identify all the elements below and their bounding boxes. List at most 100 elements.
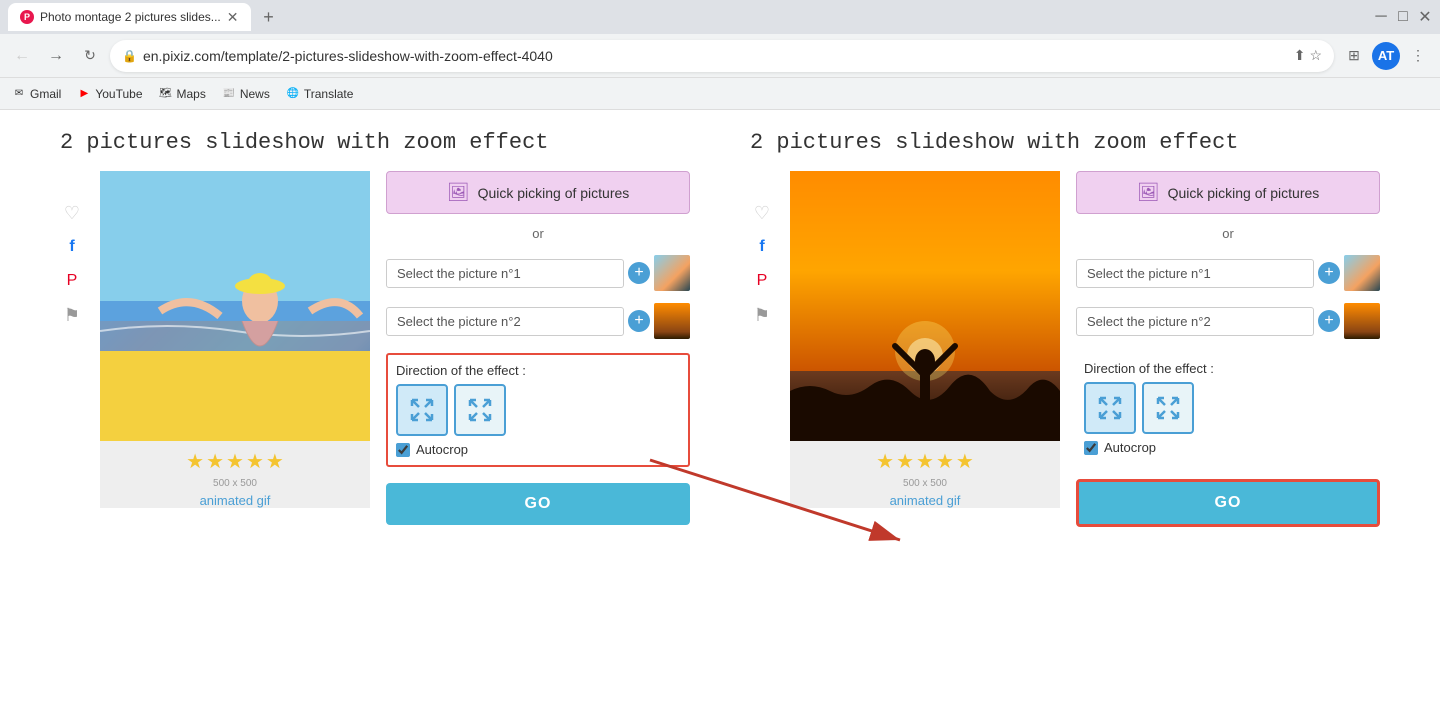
secure-icon: 🔒 <box>122 49 137 63</box>
left-select-picture-1-button[interactable]: Select the picture n°1 <box>386 259 624 288</box>
quick-pick-icon: 🖼 <box>447 182 470 203</box>
extensions-button[interactable]: ⊞ <box>1340 42 1368 70</box>
compress-icon-2 <box>1095 393 1125 423</box>
right-direction-label: Direction of the effect : <box>1084 361 1372 376</box>
right-select-picture-1-row: Select the picture n°1 + <box>1076 255 1380 291</box>
right-thumbnail-2 <box>1344 303 1380 339</box>
flag-icon[interactable]: ⚑ <box>60 303 84 327</box>
tab-close-button[interactable]: ✕ <box>227 9 239 26</box>
menu-button[interactable]: ⋮ <box>1404 42 1432 70</box>
left-preview-box: ★ ★ ★ ★ ★ 500 x 500 animated gif <box>100 171 370 508</box>
browser-tab[interactable]: P Photo montage 2 pictures slides... ✕ <box>8 3 251 31</box>
right-select-picture-2-button[interactable]: Select the picture n°2 <box>1076 307 1314 336</box>
maximize-button[interactable]: □ <box>1396 10 1410 24</box>
left-panel: 2 pictures slideshow with zoom effect ♡ … <box>60 130 690 527</box>
left-thumbnail-2 <box>654 303 690 339</box>
sunset-image <box>790 171 1060 441</box>
right-add-picture-2-button[interactable]: + <box>1318 310 1340 332</box>
left-direction-buttons <box>396 384 680 436</box>
bookmark-youtube[interactable]: ▶ YouTube <box>77 87 142 101</box>
youtube-icon: ▶ <box>77 87 91 101</box>
right-direction-button-2[interactable] <box>1142 382 1194 434</box>
url-text: en.pixiz.com/template/2-pictures-slidesh… <box>143 48 1288 64</box>
right-quick-pick-label: Quick picking of pictures <box>1168 185 1320 201</box>
right-direction-button-1[interactable] <box>1084 382 1136 434</box>
address-bar[interactable]: 🔒 en.pixiz.com/template/2-pictures-slide… <box>110 40 1334 72</box>
pinterest-icon[interactable]: P <box>60 269 84 293</box>
bookmark-maps-label: Maps <box>177 87 206 101</box>
right-quick-pick-icon: 🖼 <box>1137 182 1160 203</box>
bookmark-news[interactable]: 📰 News <box>222 87 270 101</box>
back-button[interactable]: ← <box>8 42 36 70</box>
left-select-picture-2-button[interactable]: Select the picture n°2 <box>386 307 624 336</box>
close-button[interactable]: ✕ <box>1418 10 1432 24</box>
right-direction-box: Direction of the effect : <box>1076 353 1380 463</box>
title-bar: P Photo montage 2 pictures slides... ✕ +… <box>0 0 1440 34</box>
right-template-row: ♡ f P ⚑ <box>750 171 1380 527</box>
refresh-button[interactable]: ↻ <box>76 42 104 70</box>
minimize-button[interactable]: ─ <box>1374 10 1388 24</box>
maps-icon: 🗺 <box>159 87 173 101</box>
bookmark-translate[interactable]: 🌐 Translate <box>286 87 354 101</box>
right-preview-box: ★ ★ ★ ★ ★ 500 x 500 animated gif <box>790 171 1060 508</box>
bookmark-news-label: News <box>240 87 270 101</box>
left-add-picture-2-button[interactable]: + <box>628 310 650 332</box>
forward-button[interactable]: → <box>42 42 70 70</box>
right-quick-pick-button[interactable]: 🖼 Quick picking of pictures <box>1076 171 1380 214</box>
right-select-picture-1-button[interactable]: Select the picture n°1 <box>1076 259 1314 288</box>
right-or-text: or <box>1076 226 1380 241</box>
left-size-label: 500 x 500 <box>213 478 257 489</box>
bookmark-youtube-label: YouTube <box>95 87 142 101</box>
right-facebook-icon[interactable]: f <box>750 235 774 259</box>
right-add-picture-1-button[interactable]: + <box>1318 262 1340 284</box>
right-pinterest-icon[interactable]: P <box>750 269 774 293</box>
share-icon[interactable]: ⬆ <box>1294 47 1306 64</box>
bookmark-gmail[interactable]: ✉ Gmail <box>12 87 61 101</box>
left-section-title: 2 pictures slideshow with zoom effect <box>60 130 690 155</box>
left-select-picture-1-label: Select the picture n°1 <box>397 266 521 281</box>
right-thumb-sunset-image <box>1344 303 1380 339</box>
expand-icon-2 <box>1153 393 1183 423</box>
right-flag-icon[interactable]: ⚑ <box>750 303 774 327</box>
thumb-beach-image <box>654 255 690 291</box>
bookmark-translate-label: Translate <box>304 87 354 101</box>
right-thumbnail-1 <box>1344 255 1380 291</box>
left-direction-box: Direction of the effect : <box>386 353 690 467</box>
left-direction-button-2[interactable] <box>454 384 506 436</box>
beach-svg <box>100 171 370 441</box>
beach-image <box>100 171 370 441</box>
right-animated-gif-link[interactable]: animated gif <box>890 493 961 508</box>
browser-chrome: P Photo montage 2 pictures slides... ✕ +… <box>0 0 1440 110</box>
right-select-picture-2-row: Select the picture n°2 + <box>1076 303 1380 339</box>
left-or-text: or <box>386 226 690 241</box>
page-inner: 2 pictures slideshow with zoom effect ♡ … <box>0 110 1440 547</box>
new-tab-button[interactable]: + <box>255 3 283 31</box>
right-heart-icon[interactable]: ♡ <box>750 201 774 225</box>
right-preview-image <box>790 171 1060 441</box>
translate-icon: 🌐 <box>286 87 300 101</box>
right-autocrop-checkbox[interactable] <box>1084 441 1098 455</box>
main-content: 2 pictures slideshow with zoom effect ♡ … <box>60 130 1380 527</box>
nav-bar: ← → ↻ 🔒 en.pixiz.com/template/2-pictures… <box>0 34 1440 78</box>
right-go-button[interactable]: GO <box>1076 479 1380 527</box>
thumb-sunset-image <box>654 303 690 339</box>
heart-icon[interactable]: ♡ <box>60 201 84 225</box>
user-avatar[interactable]: AT <box>1372 42 1400 70</box>
left-go-button[interactable]: GO <box>386 483 690 525</box>
gmail-icon: ✉ <box>12 87 26 101</box>
left-direction-label: Direction of the effect : <box>396 363 680 378</box>
facebook-icon[interactable]: f <box>60 235 84 259</box>
left-controls-panel: 🖼 Quick picking of pictures or Select th… <box>386 171 690 525</box>
bookmark-maps[interactable]: 🗺 Maps <box>159 87 206 101</box>
left-autocrop-checkbox[interactable] <box>396 443 410 457</box>
right-social-sidebar: ♡ f P ⚑ <box>750 171 774 327</box>
left-select-picture-2-row: Select the picture n°2 + <box>386 303 690 339</box>
left-animated-gif-link[interactable]: animated gif <box>200 493 271 508</box>
left-direction-button-1[interactable] <box>396 384 448 436</box>
left-quick-pick-button[interactable]: 🖼 Quick picking of pictures <box>386 171 690 214</box>
right-controls-panel: 🖼 Quick picking of pictures or Select th… <box>1076 171 1380 527</box>
left-add-picture-1-button[interactable]: + <box>628 262 650 284</box>
bookmark-star-icon[interactable]: ☆ <box>1309 47 1322 64</box>
left-stars: ★ ★ ★ ★ ★ <box>186 449 284 474</box>
right-direction-buttons <box>1084 382 1372 434</box>
